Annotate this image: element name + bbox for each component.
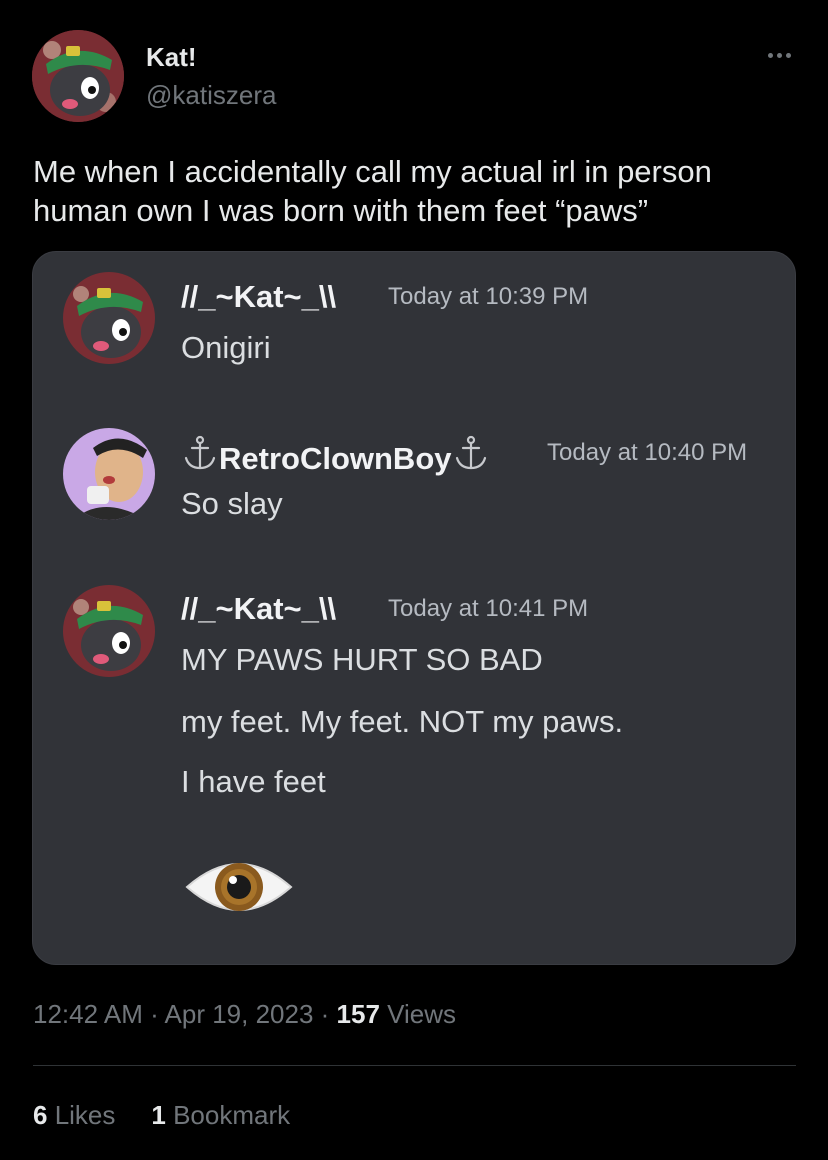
tweet-image[interactable]: //_~Kat~_\\ Today at 10:39 PM Onigiri Re… (32, 251, 796, 965)
divider (33, 1065, 796, 1066)
tweet-text: Me when I accidentally call my actual ir… (33, 152, 803, 230)
anchor-icon (452, 435, 490, 481)
bookmarks-stat[interactable]: 1 Bookmark (151, 1100, 290, 1130)
kat-avatar (63, 272, 155, 364)
author-avatar[interactable] (32, 30, 124, 122)
tweet: Kat! @katiszera Me when I accidentally c… (0, 0, 828, 1160)
author-name[interactable]: Kat! (146, 42, 197, 73)
message-2-username: RetroClownBoy (181, 435, 490, 481)
views-count: 157 (336, 999, 380, 1029)
message-3-text-line-2: my feet. My feet. NOT my paws. (181, 704, 624, 739)
message-1-username: //_~Kat~_\\ (181, 279, 337, 314)
message-3-timestamp: Today at 10:41 PM (388, 595, 589, 622)
message-3-username: //_~Kat~_\\ (181, 591, 337, 626)
likes-stat[interactable]: 6 Likes (33, 1100, 115, 1130)
message-2-text: So slay (181, 486, 283, 521)
tweet-date[interactable]: Apr 19, 2023 (165, 999, 314, 1029)
tweet-time[interactable]: 12:42 AM (33, 999, 143, 1029)
message-1-text: Onigiri (181, 330, 271, 365)
message-3-text-line-3: I have feet (181, 764, 326, 799)
tweet-meta: 12:42 AM · Apr 19, 2023 · 157 Views (33, 999, 457, 1029)
message-3-text-line-1: MY PAWS HURT SO BAD (181, 642, 543, 677)
tweet-stats: 6 Likes 1 Bookmark (33, 1100, 290, 1131)
message-1-timestamp: Today at 10:39 PM (388, 283, 589, 310)
kat-avatar (63, 585, 155, 677)
eye-emoji-icon (183, 847, 295, 927)
bookmarks-count: 1 (151, 1100, 166, 1130)
likes-count: 6 (33, 1100, 48, 1130)
author-handle[interactable]: @katiszera (146, 80, 276, 111)
retroclownboy-avatar (63, 428, 155, 520)
bookmarks-label: Bookmark (165, 1100, 291, 1130)
more-options-icon[interactable] (760, 40, 800, 70)
message-2-timestamp: Today at 10:40 PM (547, 439, 748, 466)
views-label: Views (379, 999, 457, 1029)
likes-label: Likes (47, 1100, 116, 1130)
tweet-text-line-1: Me when I accidentally call my actual ir… (33, 154, 712, 189)
tweet-text-line-2: human own I was born with them feet “paw… (33, 193, 649, 228)
anchor-icon (181, 435, 219, 481)
message-2-username-text: RetroClownBoy (219, 441, 452, 476)
